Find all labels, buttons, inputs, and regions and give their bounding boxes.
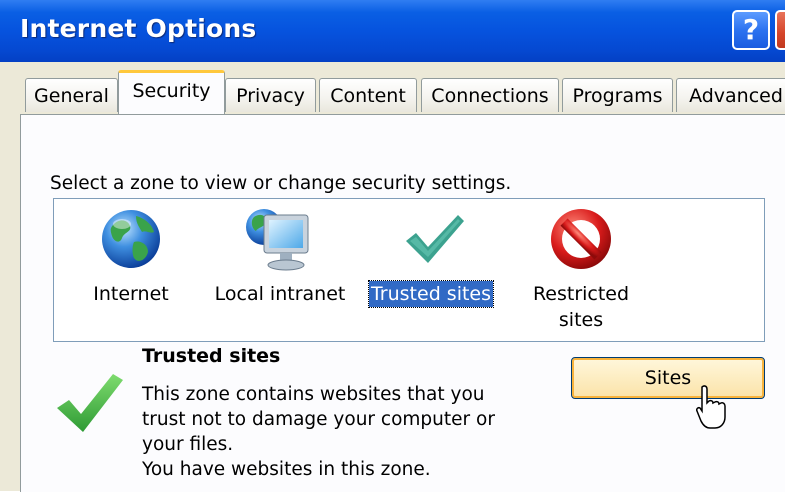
help-button[interactable]: ? bbox=[732, 10, 770, 50]
zone-local-intranet[interactable]: Local intranet bbox=[210, 199, 350, 339]
tab-connections[interactable]: Connections bbox=[421, 78, 559, 112]
checkmark-icon bbox=[406, 215, 464, 263]
tab-content[interactable]: Content bbox=[319, 78, 417, 112]
zone-internet-label: Internet bbox=[93, 283, 169, 305]
zone-restricted-sites-label-line1: Restricted bbox=[532, 283, 630, 305]
description-line: your files. bbox=[142, 434, 234, 455]
tab-advanced[interactable]: Advanced bbox=[676, 78, 785, 112]
tab-programs[interactable]: Programs bbox=[562, 78, 673, 112]
description-line: You have websites in this zone. bbox=[142, 459, 431, 480]
zone-restricted-sites-label-line2: sites bbox=[558, 309, 604, 331]
zone-trusted-sites-label: Trusted sites bbox=[367, 280, 495, 308]
tab-general[interactable]: General bbox=[25, 78, 118, 112]
trusted-checkmark-icon bbox=[57, 374, 123, 432]
globe-icon bbox=[102, 210, 160, 268]
tab-privacy[interactable]: Privacy bbox=[225, 78, 316, 112]
close-button[interactable] bbox=[775, 10, 785, 50]
description-line: trust not to damage your computer or bbox=[142, 409, 495, 430]
zone-prompt: Select a zone to view or change security… bbox=[50, 173, 512, 194]
tab-security[interactable]: Security bbox=[118, 70, 225, 114]
window-title: Internet Options bbox=[20, 14, 257, 43]
title-bar: Internet Options ? bbox=[0, 0, 785, 62]
selected-zone-title: Trusted sites bbox=[142, 345, 281, 367]
intranet-monitor-icon bbox=[246, 209, 309, 271]
description-line: This zone contains websites that you bbox=[142, 384, 485, 405]
zone-restricted-sites[interactable]: Restricted sites bbox=[516, 199, 646, 339]
sites-button[interactable]: Sites bbox=[571, 357, 765, 399]
hand-pointer-cursor-icon bbox=[696, 385, 726, 429]
zone-internet[interactable]: Internet bbox=[76, 199, 186, 339]
zone-local-intranet-label: Local intranet bbox=[214, 283, 346, 305]
zone-trusted-sites[interactable]: Trusted sites bbox=[364, 199, 498, 339]
zone-list: Internet Local intranet Trusted sites Re… bbox=[53, 198, 765, 342]
restricted-icon bbox=[551, 209, 611, 269]
selected-zone-description: This zone contains websites that you tru… bbox=[142, 382, 495, 482]
